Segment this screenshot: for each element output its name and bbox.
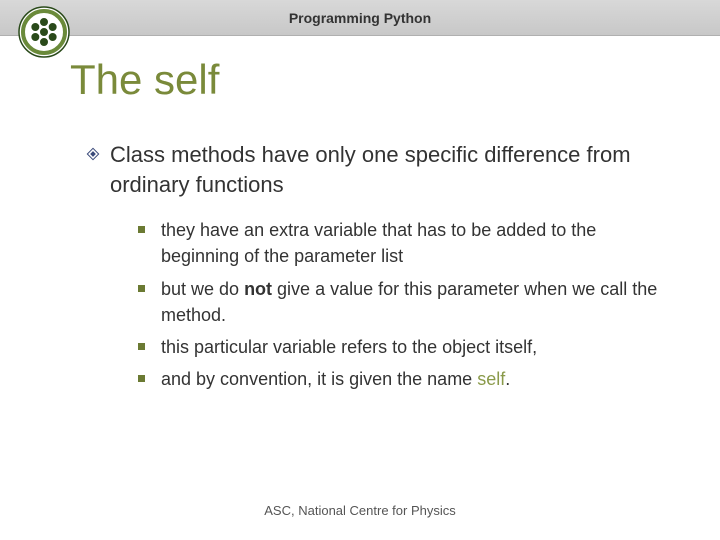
text-fragment: but we do <box>161 279 244 299</box>
text-keyword-self: self <box>477 369 505 389</box>
square-bullet-icon <box>138 226 145 233</box>
header-bar: Programming Python <box>0 0 720 36</box>
list-item: but we do not give a value for this para… <box>138 276 670 328</box>
content-area: Class methods have only one specific dif… <box>86 140 670 398</box>
list-item: and by convention, it is given the name … <box>138 366 670 392</box>
bullet-text: and by convention, it is given the name … <box>161 366 510 392</box>
text-bold: not <box>244 279 272 299</box>
bullet-text: this particular variable refers to the o… <box>161 334 537 360</box>
square-bullet-icon <box>138 343 145 350</box>
list-item: Class methods have only one specific dif… <box>86 140 670 199</box>
institution-logo <box>18 6 70 58</box>
header-title: Programming Python <box>289 10 431 26</box>
text-fragment: and by convention, it is given the name <box>161 369 477 389</box>
list-item: they have an extra variable that has to … <box>138 217 670 269</box>
square-bullet-icon <box>138 285 145 292</box>
diamond-bullet-icon <box>86 147 100 161</box>
slide-title: The self <box>70 56 219 104</box>
footer-text: ASC, National Centre for Physics <box>0 503 720 518</box>
bullet-text: Class methods have only one specific dif… <box>110 140 670 199</box>
list-item: this particular variable refers to the o… <box>138 334 670 360</box>
square-bullet-icon <box>138 375 145 382</box>
sublist: they have an extra variable that has to … <box>138 217 670 392</box>
text-fragment: . <box>505 369 510 389</box>
bullet-text: they have an extra variable that has to … <box>161 217 670 269</box>
bullet-text: but we do not give a value for this para… <box>161 276 670 328</box>
